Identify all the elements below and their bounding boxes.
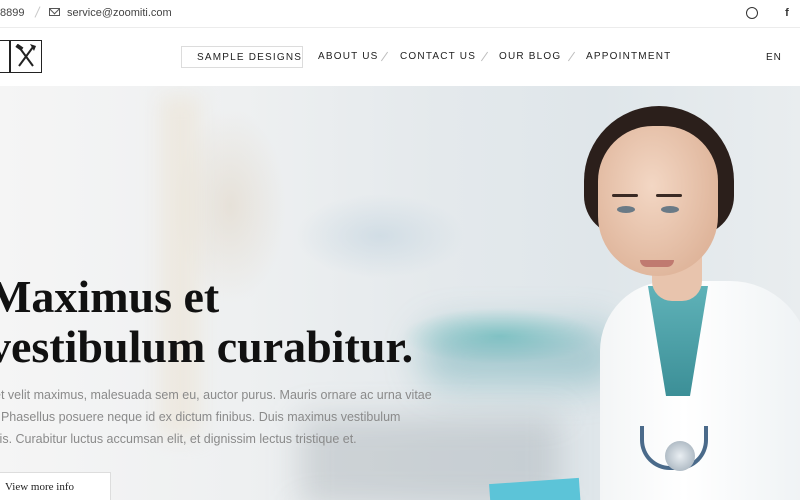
hero-section: Maximus et vestibulum curabitur. et veli… [0, 86, 800, 500]
headline-line: vestibulum curabitur. [0, 321, 414, 372]
doctor-photo [489, 86, 800, 500]
nav-sample-designs[interactable]: SAMPLE DESIGNS [181, 46, 303, 68]
phone-number[interactable]: 8899 [0, 7, 24, 19]
mail-icon [49, 8, 60, 16]
eye [661, 206, 679, 213]
site-logo[interactable] [0, 40, 42, 73]
divider [34, 6, 41, 18]
email-link[interactable]: service@zoomiti.com [67, 7, 172, 19]
nav-contact-us[interactable]: CONTACT US [400, 46, 476, 68]
nav-separator [380, 51, 389, 62]
nav-appointment[interactable]: APPOINTMENT [586, 46, 671, 68]
view-more-info-button[interactable]: View more info [0, 472, 111, 500]
description-line: llis. Curabitur luctus accumsan elit, et… [0, 432, 357, 446]
description-line: et velit maximus, malesuada sem eu, auct… [0, 388, 432, 402]
eye [617, 206, 635, 213]
site-header: SAMPLE DESIGNS ABOUT US CONTACT US OUR B… [0, 28, 800, 86]
nav-separator [567, 51, 576, 62]
hero-headline: Maximus et vestibulum curabitur. [0, 272, 413, 372]
face [598, 126, 718, 276]
headline-line: Maximus et [0, 271, 220, 322]
dribbble-icon[interactable] [746, 7, 758, 19]
language-selector[interactable]: EN [766, 52, 782, 63]
stethoscope-head [665, 441, 695, 471]
nav-our-blog[interactable]: OUR BLOG [499, 46, 561, 68]
nav-separator [480, 51, 489, 62]
description-line: . Phasellus posuere neque id ex dictum f… [0, 410, 401, 424]
eyebrow [612, 194, 638, 197]
nav-about-us[interactable]: ABOUT US [318, 46, 379, 68]
top-bar: 8899 service@zoomiti.com f [0, 0, 800, 28]
eyebrow [656, 194, 682, 197]
hammer-axe-icon [15, 44, 36, 67]
hero-description: et velit maximus, malesuada sem eu, auct… [0, 384, 454, 450]
logo-divider [9, 41, 11, 72]
mouth [640, 260, 674, 267]
facebook-icon[interactable]: f [782, 6, 792, 20]
